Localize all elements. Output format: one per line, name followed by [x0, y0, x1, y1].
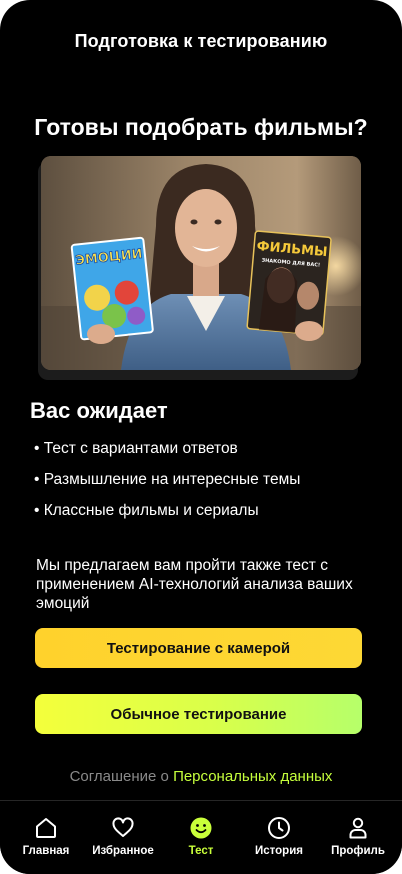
list-item: • Размышление на интересные темы — [34, 471, 301, 488]
hero-image: ЭМОЦИИ ФИЛЬМЫ ЗНАКОМО ДЛЯ ВАС! — [41, 156, 361, 370]
home-icon — [36, 818, 56, 838]
expect-title: Вас ожидает — [30, 398, 168, 423]
tab-history[interactable]: История — [239, 801, 319, 874]
list-item: • Классные фильмы и сериалы — [34, 502, 259, 519]
hero-title: Готовы подобрать фильмы? — [34, 114, 368, 140]
tab-label: Избранное — [92, 845, 154, 857]
tab-profile[interactable]: Профиль — [318, 801, 398, 874]
tab-test[interactable]: Тест — [161, 801, 241, 874]
hero-illustration: ЭМОЦИИ ФИЛЬМЫ ЗНАКОМО ДЛЯ ВАС! — [41, 156, 361, 370]
camera-test-button[interactable]: Тестирование с камерой — [35, 628, 362, 668]
smile-icon — [190, 817, 212, 839]
personal-data-link[interactable]: Персональных данных — [173, 768, 332, 785]
list-item: • Тест с вариантами ответов — [34, 440, 238, 457]
agreement-text: Соглашение о Персональных данных — [0, 768, 402, 785]
person-icon — [349, 817, 367, 839]
tab-label: Профиль — [331, 845, 385, 857]
tab-label: Главная — [22, 845, 70, 857]
tab-home[interactable]: Главная — [6, 801, 86, 874]
screen: Подготовка к тестированию Готовы подобра… — [0, 0, 402, 874]
agreement-prefix: Соглашение о — [69, 768, 174, 785]
ai-description: Мы предлагаем вам пройти также тест с пр… — [36, 557, 353, 612]
regular-test-button[interactable]: Обычное тестирование — [35, 694, 362, 734]
tab-label: История — [255, 845, 303, 857]
expect-list: • Тест с вариантами ответов • Размышлени… — [34, 438, 300, 531]
tab-bar: Главная Избранное Тест История Профиль — [0, 800, 402, 874]
tab-label: Тест — [188, 845, 214, 857]
tab-favorites[interactable]: Избранное — [83, 801, 163, 874]
clock-icon — [268, 817, 290, 839]
page-title: Подготовка к тестированию — [74, 31, 328, 51]
heart-icon — [112, 817, 134, 837]
